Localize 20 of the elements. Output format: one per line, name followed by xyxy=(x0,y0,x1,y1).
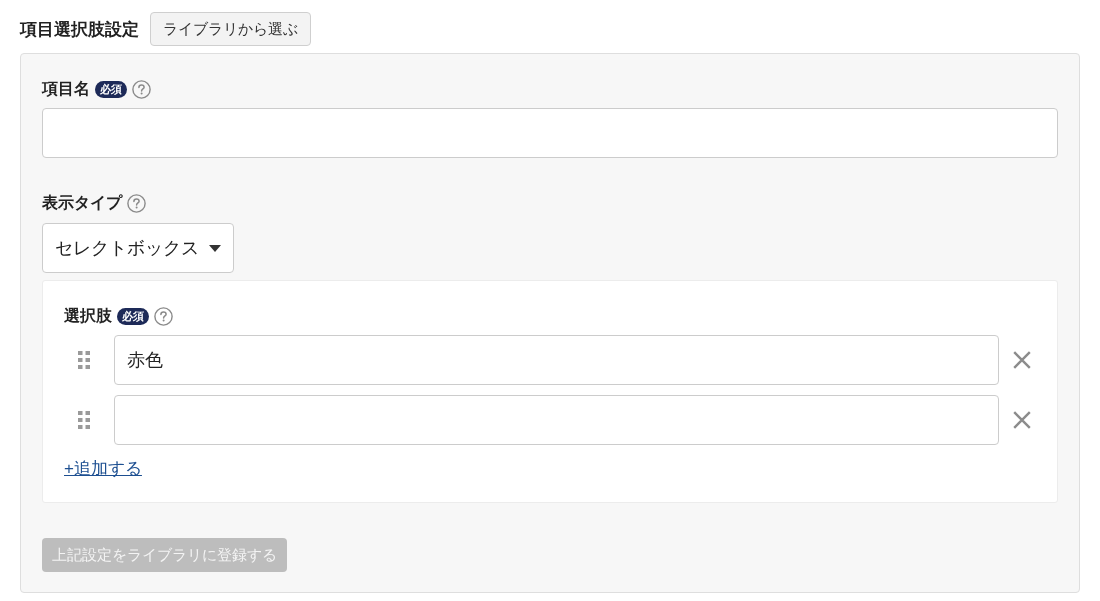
required-badge: 必須 xyxy=(117,307,149,325)
field-label: 表示タイプ xyxy=(42,192,122,213)
input-field[interactable] xyxy=(114,395,999,445)
close-icon[interactable] xyxy=(1013,351,1031,369)
drag-handle-icon[interactable] xyxy=(78,411,90,429)
input-field[interactable] xyxy=(42,108,1058,158)
help-icon[interactable] xyxy=(154,306,173,326)
drag-handle-icon[interactable] xyxy=(78,351,90,369)
library-button[interactable]: ライブラリから選ぶ xyxy=(150,12,311,46)
field-label: 選択肢 xyxy=(64,305,112,326)
required-badge: 必須 xyxy=(95,80,127,98)
help-icon[interactable] xyxy=(127,193,146,213)
input-field[interactable]: 赤色 xyxy=(114,335,999,385)
add-link[interactable]: +追加する xyxy=(64,457,142,480)
caret-icon xyxy=(209,244,221,252)
field-label: 項目名 xyxy=(42,78,90,99)
help-icon[interactable] xyxy=(132,79,151,99)
close-icon[interactable] xyxy=(1013,411,1031,429)
section-title: 項目選択肢設定 xyxy=(20,18,139,41)
select-dropdown[interactable]: セレクトボックス xyxy=(42,223,234,273)
